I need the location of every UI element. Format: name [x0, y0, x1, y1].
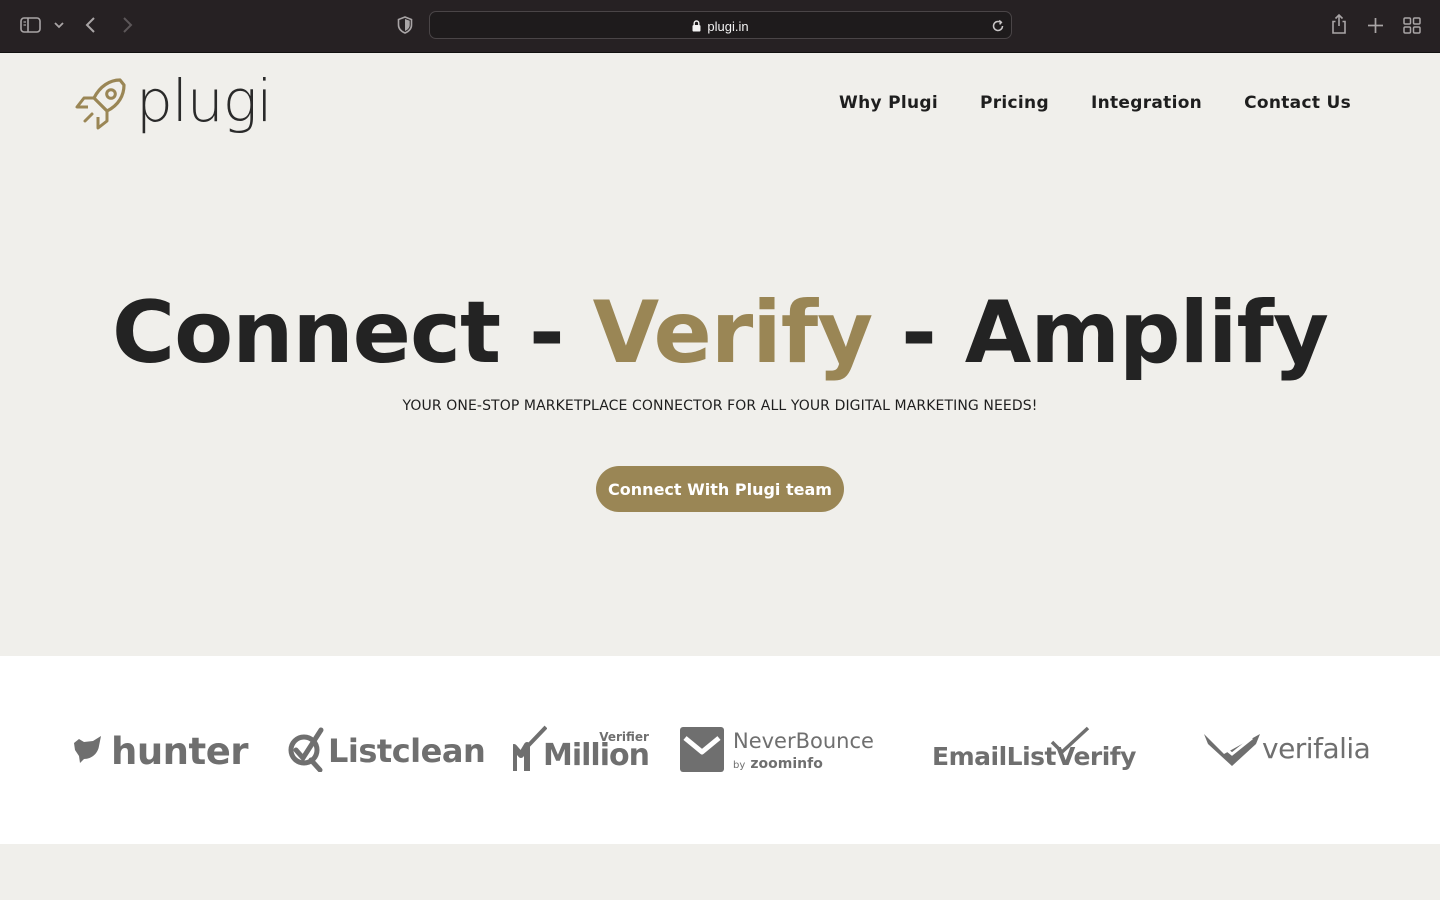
- logo-wordmark: plugi: [136, 67, 273, 135]
- neverbounce-logo[interactable]: NeverBounce by zoominfo: [680, 726, 874, 776]
- lock-icon: [692, 20, 701, 32]
- hunter-logo[interactable]: hunter: [71, 726, 249, 776]
- verifalia-logo[interactable]: verifalia: [1204, 726, 1371, 776]
- browser-toolbar: plugi.in: [0, 0, 1440, 53]
- neverbounce-wordmark: NeverBounce: [733, 729, 874, 753]
- hero-subtitle: YOUR ONE-STOP MARKETPLACE CONNECTOR FOR …: [402, 398, 1038, 414]
- nav-pricing[interactable]: Pricing: [980, 93, 1049, 113]
- listclean-wordmark: Listclean: [328, 732, 486, 770]
- url-text: plugi.in: [707, 18, 749, 34]
- next-section-background: [0, 844, 1440, 900]
- neverbounce-by: by: [733, 760, 746, 771]
- emaillistverify-wordmark: EmailListVerify: [932, 741, 1136, 771]
- hero-title: Connect - Verify - Amplify: [0, 283, 1440, 383]
- partner-logos: hunter Listclean Verifier Million NeverB…: [0, 656, 1440, 844]
- million-check-icon: [511, 725, 548, 777]
- main-nav: Why Plugi Pricing Integration Contact Us: [839, 93, 1351, 113]
- plus-icon[interactable]: [1367, 17, 1384, 34]
- plugi-logo[interactable]: plugi: [74, 67, 273, 136]
- verifalia-wordmark: verifalia: [1262, 731, 1371, 765]
- nav-contact-us[interactable]: Contact Us: [1244, 93, 1351, 113]
- hero-title-amplify: - Amplify: [872, 283, 1329, 383]
- address-bar[interactable]: plugi.in: [429, 11, 1012, 39]
- hunter-fox-icon: [71, 734, 105, 768]
- million-wordmark: Million: [543, 738, 650, 773]
- chevron-down-icon[interactable]: [53, 20, 65, 30]
- rocket-icon: [74, 74, 130, 136]
- share-icon[interactable]: [1330, 13, 1348, 35]
- million-verifier-logo[interactable]: Verifier Million: [511, 725, 650, 777]
- back-icon[interactable]: [84, 16, 98, 34]
- checkmark-icon: [1050, 726, 1090, 760]
- shield-icon[interactable]: [397, 16, 413, 34]
- forward-icon[interactable]: [120, 16, 134, 34]
- refresh-icon[interactable]: [991, 19, 1005, 33]
- envelope-icon: [680, 726, 724, 776]
- hero-title-connect: Connect -: [112, 283, 593, 383]
- verifalia-v-icon: [1204, 730, 1260, 772]
- hunter-wordmark: hunter: [111, 729, 249, 773]
- hero-title-verify: Verify: [592, 283, 874, 383]
- tabs-grid-icon[interactable]: [1403, 17, 1421, 34]
- zoominfo-wordmark: zoominfo: [750, 756, 823, 772]
- listclean-logo[interactable]: Listclean: [287, 726, 486, 776]
- check-circle-icon: [287, 726, 327, 776]
- nav-integration[interactable]: Integration: [1091, 93, 1202, 113]
- connect-with-team-button[interactable]: Connect With Plugi team: [596, 466, 844, 512]
- emaillistverify-logo[interactable]: EmailListVerify: [932, 726, 1136, 776]
- nav-why-plugi[interactable]: Why Plugi: [839, 93, 938, 113]
- sidebar-icon[interactable]: [20, 16, 42, 34]
